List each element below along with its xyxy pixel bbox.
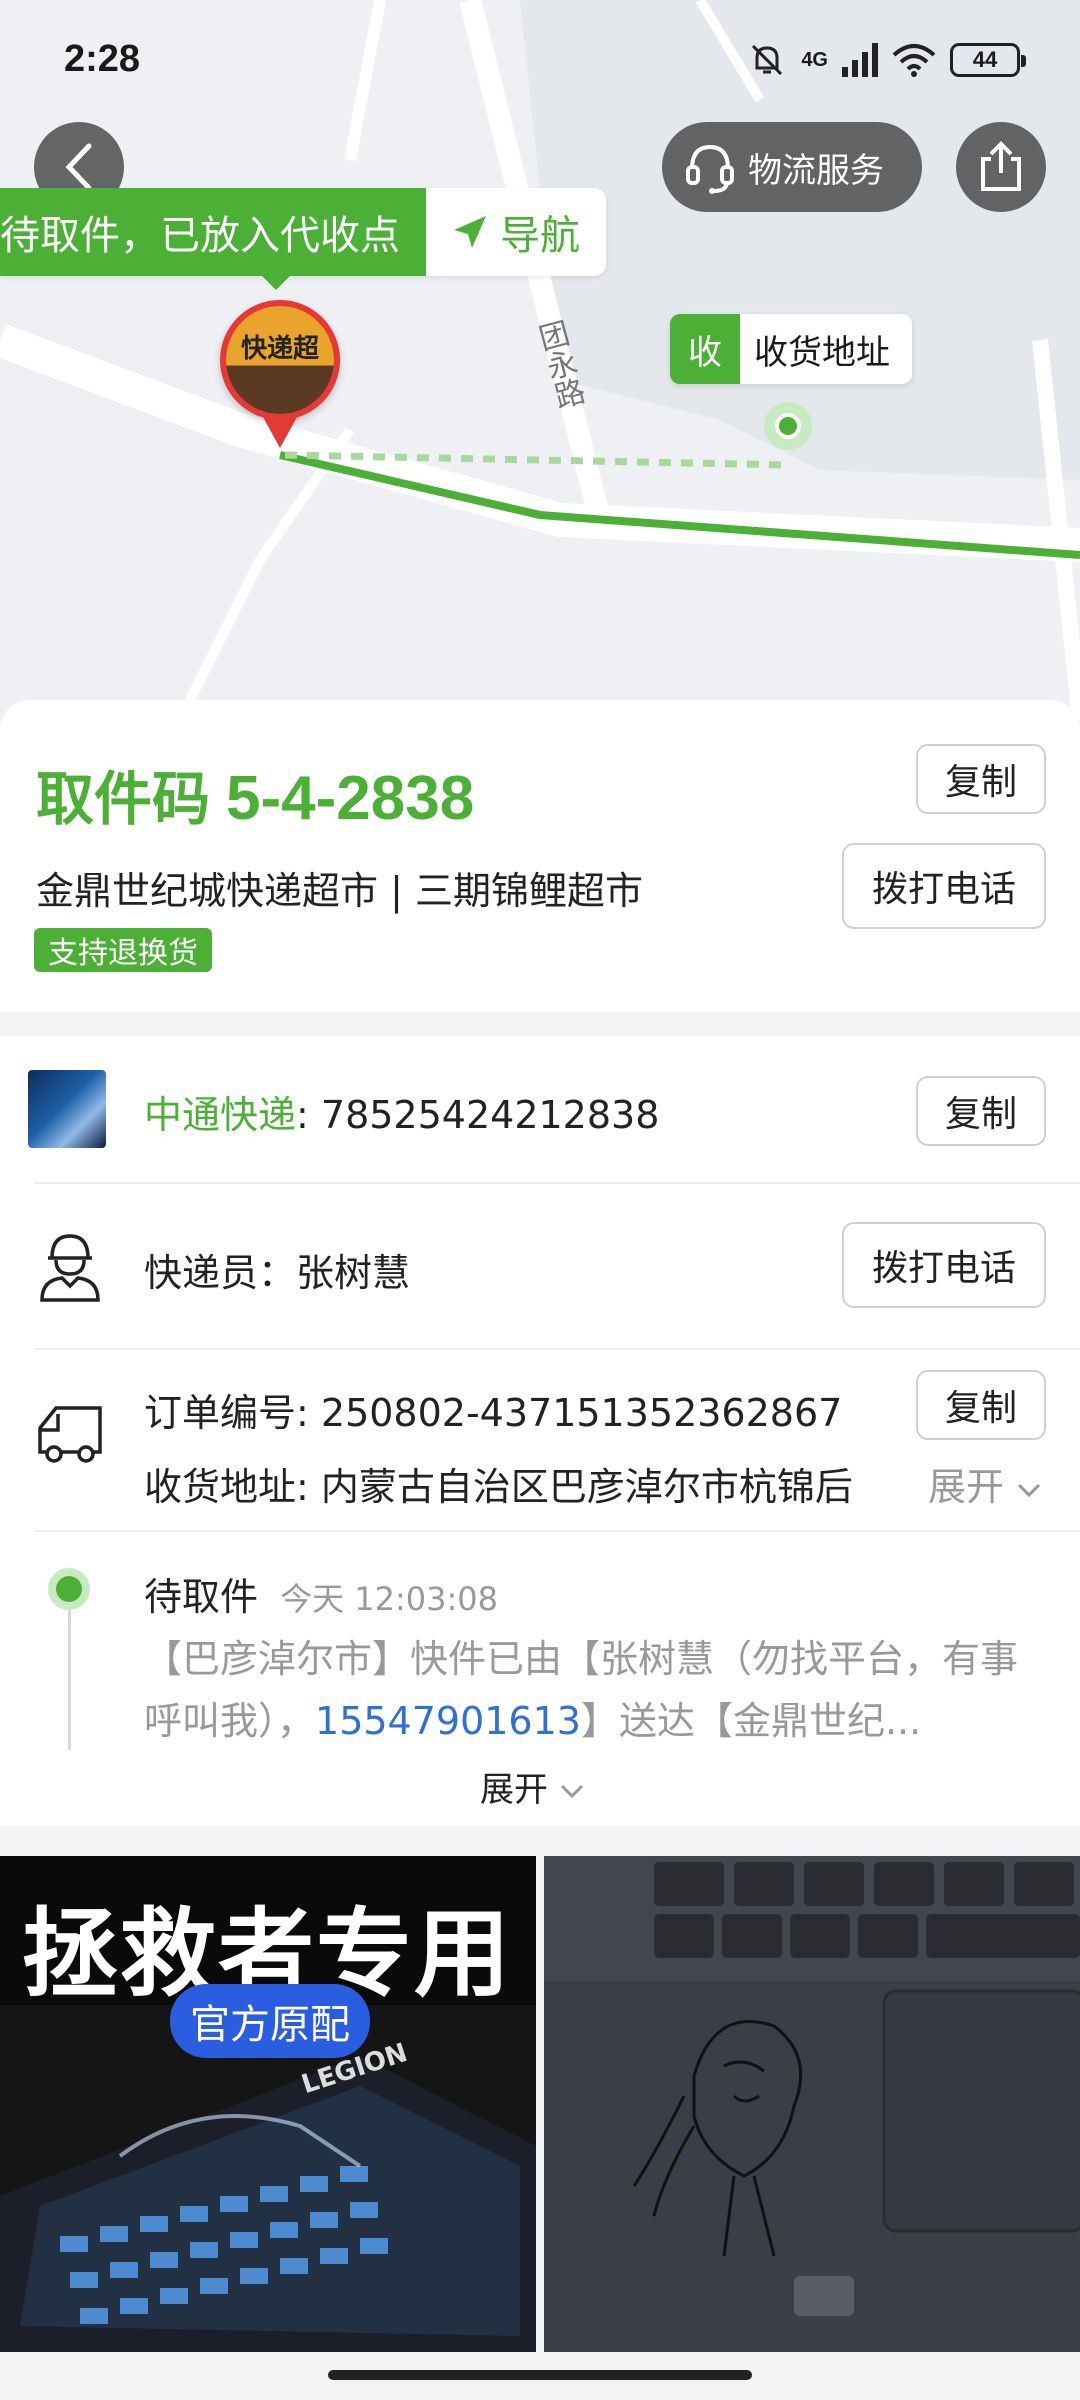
- share-button[interactable]: [956, 122, 1046, 212]
- order-number: 250802-437151352362867: [320, 1391, 843, 1435]
- tracking-timeline[interactable]: 待取件 今天 12:03:08 【巴彦淖尔市】快件已由【张树慧（勿找平台，有事呼…: [0, 1530, 1080, 1820]
- delivery-truck-icon: [38, 1406, 102, 1463]
- courier-line: 快递员：张树慧: [144, 1242, 410, 1297]
- status-bar: 2:28 4G 44: [0, 0, 1080, 120]
- headset-icon: [686, 144, 734, 194]
- pickup-code-title: 取件码 5-4-2838: [36, 752, 474, 836]
- home-indicator[interactable]: [328, 2370, 752, 2380]
- store-pin-image: 快递超: [226, 306, 334, 414]
- order-label: 订单编号:: [144, 1391, 321, 1435]
- product-card-laptop-sticker[interactable]: [544, 1856, 1080, 2352]
- address-value: 内蒙古自治区巴彦淖尔市杭锦后: [320, 1465, 853, 1509]
- expand-address-button[interactable]: 展开: [928, 1456, 1042, 1511]
- laptop-image: [544, 1856, 1080, 2352]
- store-location-pin[interactable]: 快递超: [220, 300, 340, 448]
- delivery-location-marker: [764, 402, 812, 450]
- tracking-number-line: 中通快递: 78525424212838: [144, 1084, 659, 1139]
- navigate-label: 导航: [500, 213, 580, 259]
- tracking-number: 78525424212838: [320, 1093, 660, 1137]
- delivery-status-banner: 待取件，已放入代收点 导航: [0, 188, 606, 290]
- signal-icon: [842, 43, 878, 77]
- pickup-code-label: 取件码: [36, 765, 211, 833]
- chevron-left-icon: [65, 143, 92, 191]
- order-number-line: 订单编号: 250802-437151352362867: [144, 1382, 842, 1437]
- share-icon: [981, 141, 1021, 191]
- navigation-arrow-icon: [454, 216, 486, 248]
- call-store-button[interactable]: 拨打电话: [842, 843, 1046, 929]
- shipment-info-card: 中通快递: 78525424212838 复制 快递员：张树慧 拨打电话 订单编…: [0, 1036, 1080, 1826]
- copy-order-button[interactable]: 复制: [916, 1370, 1046, 1440]
- call-courier-button[interactable]: 拨打电话: [842, 1222, 1046, 1308]
- logistics-service-button[interactable]: 物流服务: [662, 122, 922, 212]
- recommended-products: 拯救者专用 官方原配 LEGION: [0, 1856, 1080, 2356]
- divider: [34, 1348, 1080, 1350]
- battery-indicator: 44: [950, 43, 1026, 77]
- address-line: 收货地址: 内蒙古自治区巴彦淖尔市杭锦后: [144, 1456, 924, 1511]
- tracking-detail: 【巴彦淖尔市】快件已由【张树慧（勿找平台，有事呼叫我），15547901613】…: [144, 1628, 1044, 1752]
- courier-name: 张树慧: [296, 1251, 411, 1295]
- address-label: 收货地址:: [144, 1465, 321, 1509]
- courier-label: 快递员：: [144, 1251, 297, 1295]
- expand-tracking-label: 展开: [480, 1770, 548, 1810]
- status-time: 2:28: [64, 38, 141, 80]
- product-card-keyboard-cover[interactable]: 拯救者专用 官方原配 LEGION: [0, 1856, 536, 2352]
- tracking-text-2: 】送达【金鼎世纪...: [580, 1699, 922, 1743]
- recv-badge: 收: [670, 314, 740, 384]
- pickup-code: 5-4-2838: [226, 764, 475, 833]
- copy-pickup-code-button[interactable]: 复制: [916, 744, 1046, 814]
- courier-person-icon: [40, 1234, 100, 1302]
- product-thumbnail[interactable]: [28, 1070, 106, 1148]
- recv-label: 收货地址: [754, 332, 890, 373]
- timeline-line: [68, 1610, 71, 1750]
- product-1-badge: 官方原配: [170, 1984, 370, 2058]
- return-exchange-badge: 支持退换货: [34, 928, 212, 972]
- delivery-status-text: 待取件，已放入代收点: [0, 188, 426, 290]
- delivery-address-tag[interactable]: 收 收货地址: [670, 314, 912, 384]
- tracking-time: 今天 12:03:08: [280, 1580, 499, 1618]
- store-name: 金鼎世纪城快递超市 | 三期锦鲤超市: [36, 869, 643, 913]
- pickup-card: 取件码 5-4-2838 复制 金鼎世纪城快递超市 | 三期锦鲤超市 拨打电话 支…: [0, 700, 1080, 1012]
- tracking-separator: :: [296, 1093, 321, 1137]
- expand-tracking-button[interactable]: 展开: [480, 1762, 585, 1811]
- timeline-current-dot: [48, 1568, 90, 1610]
- network-type: 4G: [801, 48, 828, 71]
- mute-bell-icon: [752, 44, 783, 76]
- carrier-name: 中通快递: [144, 1093, 297, 1137]
- courier-phone-link[interactable]: 15547901613: [315, 1699, 581, 1743]
- expand-address-label: 展开: [928, 1465, 1005, 1509]
- chevron-down-icon: [1018, 1483, 1041, 1498]
- navigate-button[interactable]: 导航: [426, 188, 606, 276]
- chevron-down-icon: [560, 1784, 583, 1799]
- keyboard-image: [0, 2056, 536, 2352]
- divider: [34, 1182, 1080, 1184]
- logistics-service-label: 物流服务: [748, 150, 884, 191]
- wifi-icon: [892, 44, 936, 77]
- tracking-header: 待取件 今天 12:03:08: [144, 1566, 498, 1621]
- copy-tracking-button[interactable]: 复制: [916, 1076, 1046, 1146]
- tracking-status: 待取件: [144, 1575, 259, 1619]
